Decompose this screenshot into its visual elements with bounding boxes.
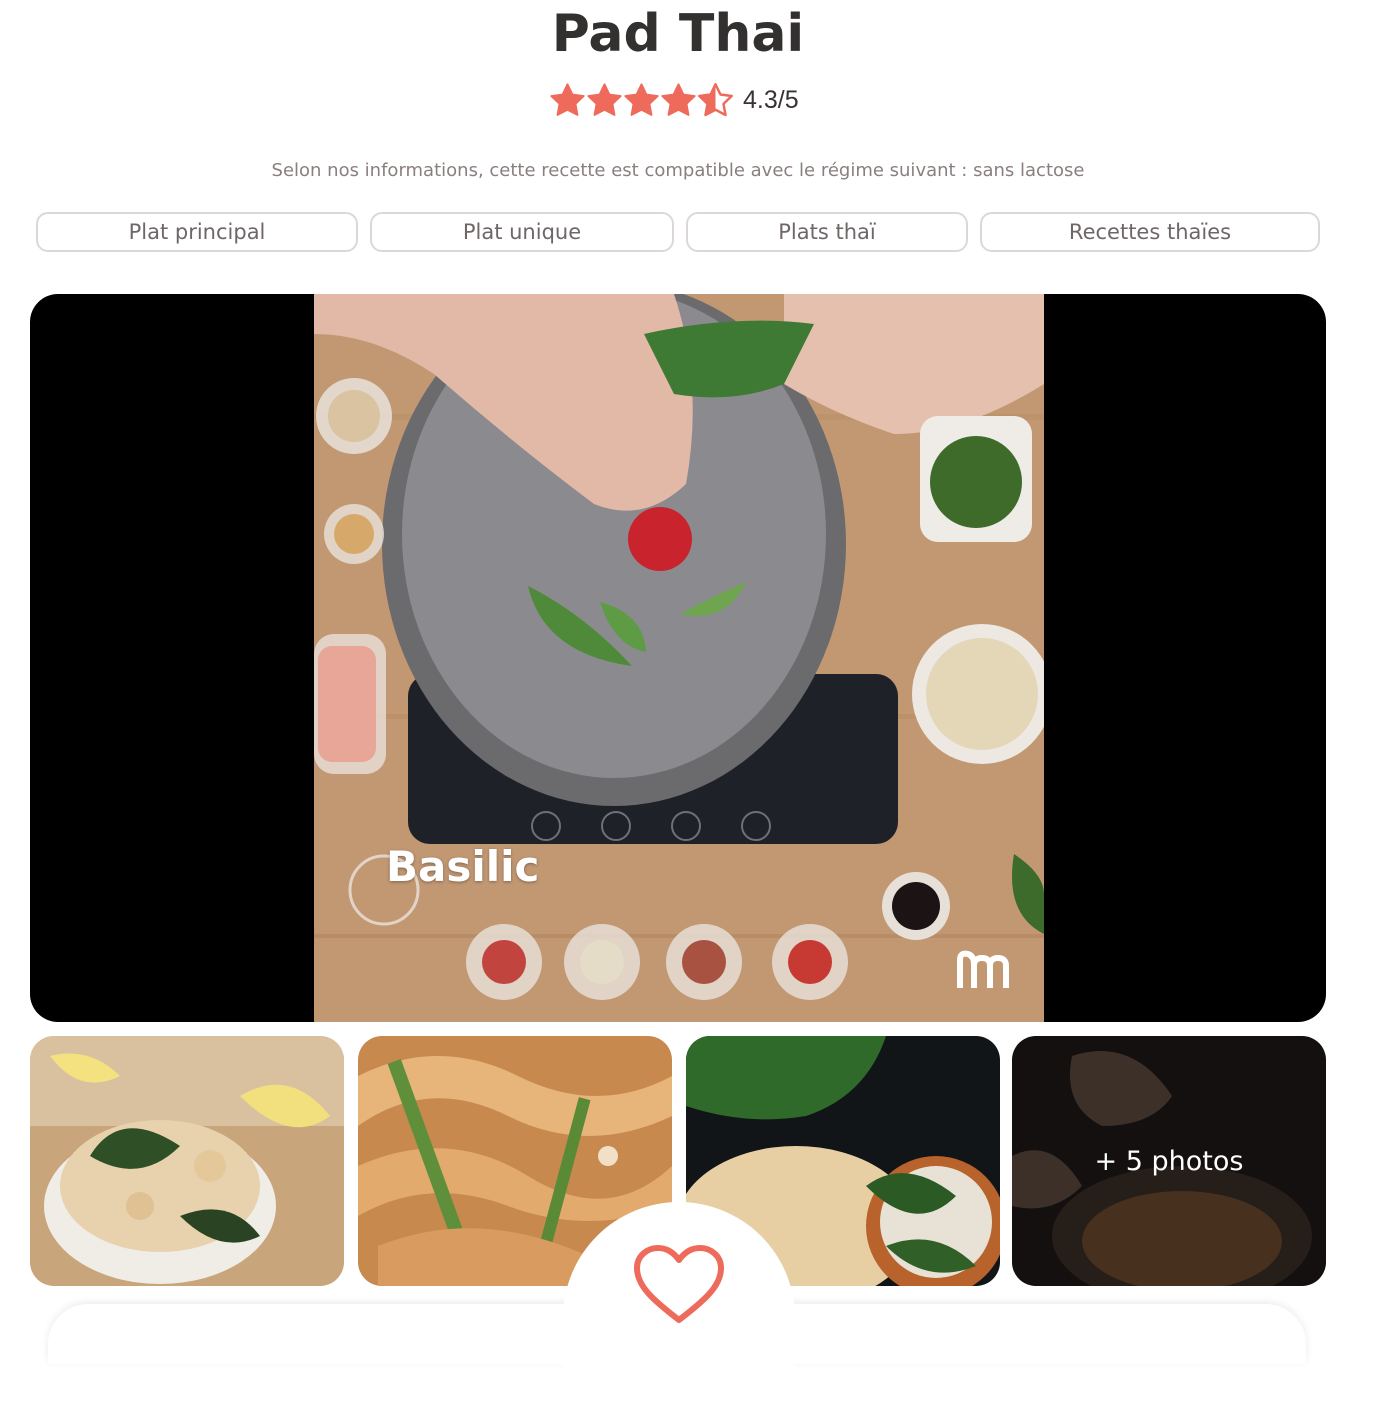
diet-compatibility-note: Selon nos informations, cette recette es… <box>271 160 1085 181</box>
tag-plat-unique[interactable]: Plat unique <box>370 212 674 252</box>
rating-score: 4.3/5 <box>743 85 799 114</box>
tag-plats-thai[interactable]: Plats thaï <box>686 212 968 252</box>
star-full-icon <box>661 82 696 116</box>
video-frame: Basilic <box>314 294 1044 1022</box>
video-frame-illustration <box>314 294 1044 1022</box>
tag-plat-principal[interactable]: Plat principal <box>36 212 358 252</box>
more-photos-label: + 5 photos <box>1094 1145 1244 1177</box>
gallery-photo-1-image <box>30 1036 344 1286</box>
star-half-icon <box>698 82 733 116</box>
rating: 4.3/5 <box>549 80 799 120</box>
recipe-video-player[interactable]: Basilic <box>30 294 1326 1022</box>
heart-icon[interactable] <box>633 1244 725 1324</box>
tag-recettes-thaies[interactable]: Recettes thaïes <box>980 212 1320 252</box>
rating-stars <box>549 82 734 119</box>
gallery-photo-more[interactable]: + 5 photos <box>1012 1036 1326 1286</box>
m-logo-icon <box>957 950 1009 988</box>
gallery-photo-1[interactable] <box>30 1036 344 1286</box>
star-full-icon <box>624 82 659 116</box>
star-full-icon <box>550 82 585 116</box>
video-caption: Basilic <box>386 842 540 891</box>
recipe-title: Pad Thai <box>551 4 805 64</box>
favorite-tab <box>563 1202 795 1422</box>
star-full-icon <box>587 82 622 116</box>
